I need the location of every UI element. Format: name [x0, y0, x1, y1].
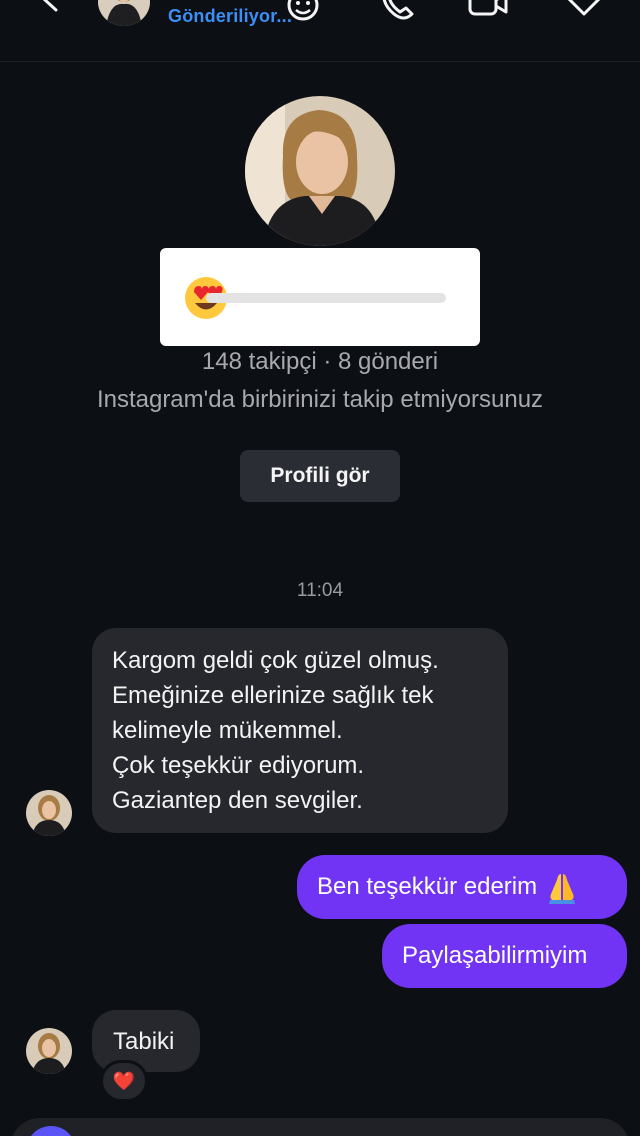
message-line: Çok teşekkür ediyorum.	[112, 752, 365, 779]
outgoing-message[interactable]: Ben teşekkür ederim	[297, 855, 627, 919]
message-composer[interactable]	[10, 1118, 630, 1136]
message-text: Paylaşabilirmiyim	[402, 942, 588, 969]
heart-icon: ❤️	[112, 1070, 136, 1091]
phone-icon[interactable]	[380, 0, 416, 20]
profile-photo[interactable]	[245, 96, 395, 246]
sender-avatar[interactable]	[26, 790, 72, 836]
back-icon[interactable]	[38, 0, 64, 12]
profile-stats: 148 takipçi · 8 gönderi	[201, 348, 439, 375]
header-avatar[interactable]	[98, 0, 150, 26]
thread-header: Gönderiliyor...	[0, 0, 640, 62]
message-text: Tabiki	[113, 1027, 175, 1055]
message-line: Gaziantep den sevgiler.	[112, 787, 363, 814]
heart-reaction[interactable]: ❤️	[100, 1060, 148, 1102]
sending-status: Gönderiliyor...	[168, 6, 293, 26]
mutual-follow-note: Instagram'da birbirinizi takip etmiyorsu…	[96, 386, 544, 413]
view-profile-button[interactable]: Profili gör	[240, 450, 400, 502]
sender-avatar[interactable]	[26, 1028, 72, 1074]
dm-thread-screen: Gönderiliyor... 148 takipçi · 8 gönderi …	[0, 0, 640, 1136]
camera-icon[interactable]	[26, 1126, 76, 1136]
message-timestamp: 11:04	[296, 580, 344, 601]
message-line: Kargom geldi çok güzel olmuş.	[112, 647, 439, 674]
message-line: kelimeyle mükemmel.	[112, 717, 343, 744]
incoming-message[interactable]: Kargom geldi çok güzel olmuş. Emeğinize …	[92, 628, 508, 833]
emoji-slider-card[interactable]	[160, 248, 480, 346]
video-icon[interactable]	[468, 0, 508, 18]
emoji-slider-track[interactable]	[206, 293, 446, 303]
message-line: Emeğinize ellerinize sağlık tek	[112, 682, 434, 709]
outgoing-message[interactable]: Paylaşabilirmiyim	[382, 924, 627, 988]
message-text: Ben teşekkür ederim	[317, 873, 538, 900]
folded-hands-emoji-icon	[549, 874, 576, 904]
flag-icon[interactable]	[564, 0, 604, 18]
sticker-icon[interactable]	[286, 0, 320, 22]
